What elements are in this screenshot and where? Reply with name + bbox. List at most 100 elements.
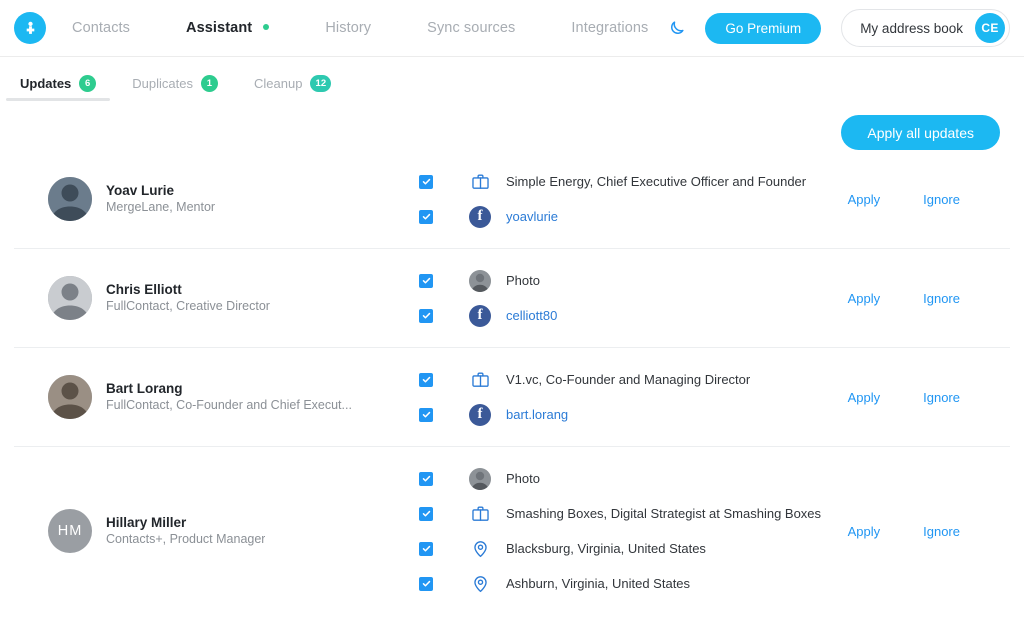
photo-thumbnail-icon xyxy=(469,468,491,490)
check-icon xyxy=(422,311,431,320)
row-actions: Apply Ignore xyxy=(848,291,960,306)
update-item-checkbox[interactable] xyxy=(419,472,433,486)
apply-all-toolbar: Apply all updates xyxy=(0,101,1024,150)
tab-badge-count: 12 xyxy=(310,75,331,92)
nav-item-label: Contacts xyxy=(72,20,130,36)
tab-duplicates[interactable]: Duplicates 1 xyxy=(132,75,218,101)
facebook-icon: f xyxy=(469,305,491,327)
row-actions: Apply Ignore xyxy=(848,192,960,207)
nav-item-label: History xyxy=(325,20,371,36)
apply-button[interactable]: Apply xyxy=(848,291,881,306)
go-premium-button[interactable]: Go Premium xyxy=(705,13,821,44)
table-row: Chris Elliott FullContact, Creative Dire… xyxy=(14,249,1010,348)
tab-cleanup[interactable]: Cleanup 12 xyxy=(254,75,331,101)
tab-updates[interactable]: Updates 6 xyxy=(20,75,96,101)
update-item-text: Ashburn, Virginia, United States xyxy=(506,576,690,591)
moon-glyph xyxy=(667,19,686,38)
apply-button[interactable]: Apply xyxy=(848,390,881,405)
nav-item-label: Sync sources xyxy=(427,20,515,36)
tab-label: Updates xyxy=(20,76,71,91)
ignore-button[interactable]: Ignore xyxy=(923,390,960,405)
update-item-checkbox[interactable] xyxy=(419,408,433,422)
contact-summary[interactable]: Chris Elliott FullContact, Creative Dire… xyxy=(14,276,419,320)
nav-item-label: Integrations xyxy=(571,20,648,36)
briefcase-icon xyxy=(469,171,491,193)
apply-button[interactable]: Apply xyxy=(848,192,881,207)
top-header: Contacts Assistant History Sync sources … xyxy=(0,0,1024,57)
location-pin-icon xyxy=(469,538,491,560)
update-item: Photo xyxy=(419,461,1010,496)
contacts-plus-logo-icon[interactable] xyxy=(14,12,46,44)
update-item-checkbox[interactable] xyxy=(419,274,433,288)
nav-item-assistant[interactable]: Assistant xyxy=(186,20,269,36)
ignore-button[interactable]: Ignore xyxy=(923,192,960,207)
contact-subtitle: MergeLane, Mentor xyxy=(106,199,215,216)
contact-summary[interactable]: Yoav Lurie MergeLane, Mentor xyxy=(14,177,419,221)
contact-subtitle: Contacts+, Product Manager xyxy=(106,531,265,548)
contact-subtitle: FullContact, Co-Founder and Chief Execut… xyxy=(106,397,352,414)
moon-icon[interactable] xyxy=(661,13,691,43)
update-item-checkbox[interactable] xyxy=(419,309,433,323)
avatar xyxy=(48,375,92,419)
contact-name: Hillary Miller xyxy=(106,514,265,531)
table-row: HM Hillary Miller Contacts+, Product Man… xyxy=(14,447,1010,615)
nav-item-integrations[interactable]: Integrations xyxy=(571,20,648,36)
check-icon xyxy=(422,212,431,221)
contact-name: Chris Elliott xyxy=(106,281,270,298)
avatar xyxy=(48,177,92,221)
check-icon xyxy=(422,375,431,384)
update-item-text[interactable]: celliott80 xyxy=(506,308,557,323)
facebook-icon: f xyxy=(469,206,491,228)
contact-summary[interactable]: HM Hillary Miller Contacts+, Product Man… xyxy=(14,509,419,553)
row-actions: Apply Ignore xyxy=(848,524,960,539)
update-item-checkbox[interactable] xyxy=(419,577,433,591)
check-icon xyxy=(422,509,431,518)
nav-item-history[interactable]: History xyxy=(325,20,371,36)
nav-item-contacts[interactable]: Contacts xyxy=(72,20,130,36)
photo-thumbnail-icon xyxy=(469,270,491,292)
ignore-button[interactable]: Ignore xyxy=(923,524,960,539)
logo-glyph xyxy=(21,19,40,38)
check-icon xyxy=(422,579,431,588)
update-item-text[interactable]: yoavlurie xyxy=(506,209,558,224)
update-item-checkbox[interactable] xyxy=(419,373,433,387)
check-icon xyxy=(422,474,431,483)
update-item-text: V1.vc, Co-Founder and Managing Director xyxy=(506,372,750,387)
address-book-label: My address book xyxy=(860,21,963,36)
updates-list: Yoav Lurie MergeLane, Mentor Simple Ener… xyxy=(0,150,1024,615)
update-item: Ashburn, Virginia, United States xyxy=(419,566,1010,601)
update-item-text: Simple Energy, Chief Executive Officer a… xyxy=(506,174,806,189)
avatar[interactable]: CE xyxy=(975,13,1005,43)
nav-item-sync-sources[interactable]: Sync sources xyxy=(427,20,515,36)
update-item-checkbox[interactable] xyxy=(419,210,433,224)
apply-button[interactable]: Apply xyxy=(848,524,881,539)
tab-badge-count: 1 xyxy=(201,75,218,92)
facebook-icon: f xyxy=(469,404,491,426)
check-icon xyxy=(422,544,431,553)
header-right-cluster: Go Premium My address book CE xyxy=(661,9,1010,47)
status-dot-icon xyxy=(263,24,269,30)
update-item-text: Photo xyxy=(506,273,540,288)
update-item-text[interactable]: bart.lorang xyxy=(506,407,568,422)
check-icon xyxy=(422,410,431,419)
ignore-button[interactable]: Ignore xyxy=(923,291,960,306)
avatar: HM xyxy=(48,509,92,553)
check-icon xyxy=(422,177,431,186)
apply-all-updates-button[interactable]: Apply all updates xyxy=(841,115,1000,150)
assistant-tabs: Updates 6 Duplicates 1 Cleanup 12 xyxy=(0,57,1024,101)
tab-label: Duplicates xyxy=(132,76,193,91)
contact-name: Yoav Lurie xyxy=(106,182,215,199)
briefcase-icon xyxy=(469,503,491,525)
update-item-checkbox[interactable] xyxy=(419,542,433,556)
contact-summary[interactable]: Bart Lorang FullContact, Co-Founder and … xyxy=(14,375,419,419)
nav-item-label: Assistant xyxy=(186,20,252,36)
tab-label: Cleanup xyxy=(254,76,302,91)
update-item-checkbox[interactable] xyxy=(419,507,433,521)
update-item-text: Smashing Boxes, Digital Strategist at Sm… xyxy=(506,506,821,521)
contact-name: Bart Lorang xyxy=(106,380,352,397)
update-item-checkbox[interactable] xyxy=(419,175,433,189)
briefcase-icon xyxy=(469,369,491,391)
address-book-selector[interactable]: My address book CE xyxy=(841,9,1010,47)
tab-badge-count: 6 xyxy=(79,75,96,92)
location-pin-icon xyxy=(469,573,491,595)
